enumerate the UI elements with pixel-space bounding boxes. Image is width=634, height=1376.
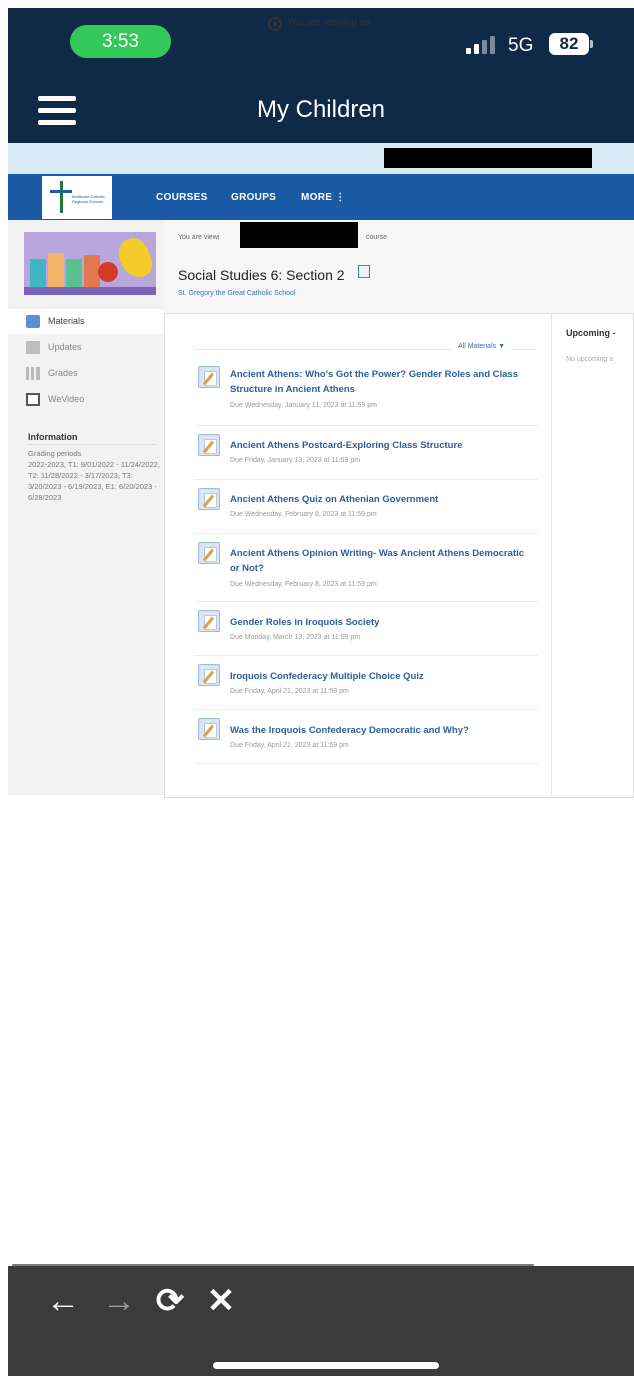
material-due: Due Friday, April 21, 2023 at 11:59 pm (230, 688, 349, 695)
sidebar-item-wevideo[interactable]: WeVideo (8, 387, 164, 412)
assignment-icon (198, 542, 220, 564)
material-title[interactable]: Ancient Athens Postcard-Exploring Class … (230, 438, 532, 453)
divider (551, 314, 552, 796)
viewing-as-text: You are viewing as (287, 17, 371, 28)
upcoming-heading: Upcoming - (566, 328, 616, 338)
course-title: Social Studies 6: Section 2 (178, 267, 345, 283)
house-shape (66, 259, 82, 287)
material-title[interactable]: Ancient Athens Quiz on Athenian Governme… (230, 492, 532, 507)
app-frame: 3:53 5G 82 My Children You are viewing a… (8, 8, 634, 1376)
ground-shape (24, 287, 156, 295)
wevideo-icon (26, 393, 40, 406)
info-heading: Information (28, 432, 78, 442)
nav-more[interactable]: MORE ⋮ (301, 192, 346, 203)
material-row[interactable]: Was the Iroquois Confederacy Democratic … (194, 710, 538, 764)
house-shape (48, 253, 64, 287)
forward-button[interactable]: → (100, 1282, 138, 1320)
materials-filter-dropdown[interactable]: All Materials ▼ (452, 343, 511, 350)
grading-periods-label: Grading periods (28, 449, 82, 458)
material-row[interactable]: Ancient Athens Quiz on Athenian Governme… (194, 480, 538, 534)
page-title: My Children (256, 96, 386, 123)
course-options-icon[interactable] (358, 265, 370, 278)
assignment-icon (198, 366, 220, 388)
material-row[interactable]: Ancient Athens Postcard-Exploring Class … (194, 426, 538, 480)
material-due: Due Wednesday, February 8, 2023 at 11:59… (230, 581, 377, 588)
sidebar-item-updates[interactable]: Updates (8, 335, 164, 360)
material-due: Due Wednesday, January 11, 2023 at 11:59… (230, 402, 377, 409)
nav-groups[interactable]: GROUPS (231, 192, 276, 203)
close-button[interactable]: ✕ (202, 1282, 240, 1320)
nav-courses[interactable]: COURSES (156, 192, 208, 203)
status-time: 3:53 (70, 25, 171, 58)
assignment-icon (198, 718, 220, 740)
sidebar-item-label: Grades (48, 368, 78, 378)
material-row[interactable]: Gender Roles in Iroquois Society Due Mon… (194, 602, 538, 656)
sidebar-item-materials[interactable]: Materials (8, 309, 164, 334)
banana-shape (114, 234, 156, 282)
redacted-name (240, 222, 358, 248)
material-title[interactable]: Ancient Athens: Who's Got the Power? Gen… (230, 367, 532, 397)
school-logo[interactable]: Bellflower Catholic Regional Schools (42, 176, 112, 219)
grading-periods: Grading periods 2022-2023, T1: 9/01/2022… (28, 448, 160, 503)
material-due: Due Friday, January 13, 2023 at 11:59 pm (230, 457, 361, 464)
sidebar-item-label: Updates (48, 342, 82, 352)
cross-icon (60, 181, 63, 213)
assignment-icon (198, 610, 220, 632)
divider (28, 444, 156, 445)
sidebar (8, 220, 164, 795)
upcoming-empty: No upcoming a (566, 356, 614, 363)
material-row[interactable]: Ancient Athens Opinion Writing- Was Anci… (194, 534, 538, 602)
eye-icon (268, 17, 282, 31)
home-indicator (213, 1362, 439, 1369)
apple-shape (98, 262, 118, 282)
assignment-icon (198, 434, 220, 456)
grades-icon (26, 367, 40, 380)
material-due: Due Wednesday, February 8, 2023 at 11:59… (230, 511, 377, 518)
material-due: Due Monday, March 13, 2023 at 11:59 pm (230, 634, 361, 641)
network-label: 5G (508, 35, 534, 56)
grading-periods-text: 2022-2023, T1: 9/01/2022 - 11/24/2022, T… (28, 460, 160, 502)
house-shape (30, 259, 46, 287)
sidebar-item-label: Materials (48, 316, 85, 326)
materials-icon (26, 315, 40, 328)
material-row[interactable]: Iroquois Confederacy Multiple Choice Qui… (194, 656, 538, 710)
material-row[interactable]: Ancient Athens: Who's Got the Power? Gen… (194, 360, 538, 426)
battery-tip (590, 40, 593, 48)
back-button[interactable]: ← (44, 1282, 82, 1320)
sidebar-item-grades[interactable]: Grades (8, 361, 164, 386)
cross-bar (50, 190, 72, 193)
logo-text: Bellflower Catholic Regional Schools (72, 194, 105, 204)
updates-icon (26, 341, 40, 354)
battery-icon: 82 (549, 33, 589, 55)
assignment-icon (198, 664, 220, 686)
assignment-icon (198, 488, 220, 510)
reload-button[interactable]: ⟳ (151, 1282, 189, 1320)
school-link[interactable]: St. Gregory the Great Catholic School (178, 290, 296, 297)
viewing-notice: You are viewi (178, 234, 220, 241)
signal-icon (466, 34, 500, 54)
material-title[interactable]: Ancient Athens Opinion Writing- Was Anci… (230, 546, 532, 576)
sidebar-item-label: WeVideo (48, 394, 85, 404)
material-title[interactable]: Iroquois Confederacy Multiple Choice Qui… (230, 669, 532, 684)
redacted-name (384, 148, 592, 168)
material-title[interactable]: Gender Roles in Iroquois Society (230, 615, 532, 630)
course-image (24, 232, 156, 295)
material-due: Due Friday, April 21, 2023 at 11:59 pm (230, 742, 349, 749)
material-title[interactable]: Was the Iroquois Confederacy Democratic … (230, 723, 532, 738)
viewing-notice-suffix: course (366, 234, 388, 241)
